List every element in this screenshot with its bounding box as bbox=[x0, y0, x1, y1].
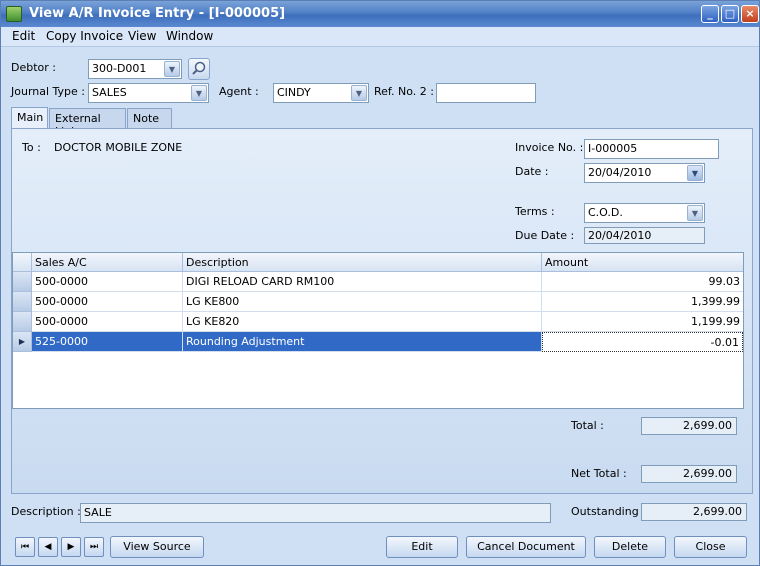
cancel-document-button[interactable]: Cancel Document bbox=[466, 536, 586, 558]
tab-external-links[interactable]: External Links bbox=[49, 108, 126, 138]
to-value: DOCTOR MOBILE ZONE bbox=[54, 141, 183, 154]
cell-description[interactable]: Rounding Adjustment bbox=[183, 332, 542, 352]
menu-copy-invoice[interactable]: Copy Invoice bbox=[46, 29, 123, 43]
date-combo[interactable]: 20/04/2010 ▼ bbox=[584, 163, 705, 183]
debtor-value: 300-D001 bbox=[92, 62, 147, 75]
date-label: Date : bbox=[515, 165, 549, 178]
terms-combo[interactable]: C.O.D. ▼ bbox=[584, 203, 705, 223]
chevron-down-icon[interactable]: ▼ bbox=[191, 85, 207, 101]
cell-sales-ac[interactable]: 500-0000 bbox=[32, 292, 183, 312]
app-icon bbox=[6, 6, 22, 22]
menu-window[interactable]: Window bbox=[166, 29, 213, 43]
col-amount[interactable]: Amount bbox=[542, 253, 743, 272]
ref-no2-field[interactable] bbox=[436, 83, 536, 103]
invoice-detail-grid: Sales A/C Description Amount 500-0000 DI… bbox=[12, 252, 744, 409]
cell-sales-ac[interactable]: 500-0000 bbox=[32, 272, 183, 292]
grid-header: Sales A/C Description Amount bbox=[13, 253, 743, 272]
row-selector[interactable] bbox=[13, 272, 32, 292]
debtor-label: Debtor : bbox=[11, 61, 56, 74]
delete-button[interactable]: Delete bbox=[594, 536, 666, 558]
debtor-combo[interactable]: 300-D001 ▼ bbox=[88, 59, 182, 79]
terms-label: Terms : bbox=[515, 205, 555, 218]
cell-amount[interactable]: 1,399.99 bbox=[542, 292, 743, 312]
first-record-icon[interactable]: ⏮ bbox=[15, 537, 35, 557]
next-record-icon[interactable]: ▶ bbox=[61, 537, 81, 557]
chevron-down-icon[interactable]: ▼ bbox=[687, 165, 703, 181]
close-button[interactable]: Close bbox=[674, 536, 747, 558]
row-selector[interactable] bbox=[13, 292, 32, 312]
description-field[interactable]: SALE bbox=[80, 503, 551, 523]
tab-note[interactable]: Note bbox=[127, 108, 172, 129]
agent-label: Agent : bbox=[219, 85, 259, 98]
cell-description[interactable]: LG KE800 bbox=[183, 292, 542, 312]
magnifier-icon bbox=[192, 61, 206, 75]
net-total-label: Net Total : bbox=[571, 467, 627, 480]
menu-edit[interactable]: Edit bbox=[12, 29, 35, 43]
net-total-value: 2,699.00 bbox=[641, 465, 737, 483]
tab-main[interactable]: Main bbox=[11, 107, 48, 129]
total-label: Total : bbox=[571, 419, 604, 432]
title-bar[interactable]: View A/R Invoice Entry - [I-000005] _ □ … bbox=[1, 1, 759, 27]
menu-view[interactable]: View bbox=[128, 29, 156, 43]
to-label: To : bbox=[22, 141, 41, 154]
cell-description[interactable]: LG KE820 bbox=[183, 312, 542, 332]
cell-description[interactable]: DIGI RELOAD CARD RM100 bbox=[183, 272, 542, 292]
outstanding-value: 2,699.00 bbox=[641, 503, 747, 521]
description-label: Description : bbox=[11, 505, 81, 518]
debtor-lookup-button[interactable] bbox=[188, 58, 210, 80]
cell-sales-ac[interactable]: 500-0000 bbox=[32, 312, 183, 332]
cell-amount[interactable]: 1,199.99 bbox=[542, 312, 743, 332]
journal-type-label: Journal Type : bbox=[11, 85, 86, 98]
outstanding-label: Outstanding : bbox=[571, 505, 646, 518]
invoice-no-label: Invoice No. : bbox=[515, 141, 584, 154]
col-sales-ac[interactable]: Sales A/C bbox=[32, 253, 183, 272]
agent-value: CINDY bbox=[277, 86, 311, 99]
cell-amount[interactable]: 99.03 bbox=[542, 272, 743, 292]
due-date-label: Due Date : bbox=[515, 229, 575, 242]
edit-button[interactable]: Edit bbox=[386, 536, 458, 558]
terms-value: C.O.D. bbox=[588, 206, 623, 219]
minimize-button[interactable]: _ bbox=[701, 5, 719, 23]
row-pointer-icon[interactable]: ▶ bbox=[13, 332, 32, 352]
view-source-button[interactable]: View Source bbox=[110, 536, 204, 558]
invoice-no-field[interactable]: I-000005 bbox=[584, 139, 719, 159]
cell-amount[interactable]: -0.01 bbox=[542, 332, 743, 352]
grid-corner bbox=[13, 253, 32, 272]
cell-sales-ac[interactable]: 525-0000 bbox=[32, 332, 183, 352]
close-window-button[interactable]: × bbox=[741, 5, 759, 23]
journal-type-value: SALES bbox=[92, 86, 127, 99]
row-selector[interactable] bbox=[13, 312, 32, 332]
invoice-window: View A/R Invoice Entry - [I-000005] _ □ … bbox=[0, 0, 760, 566]
journal-type-combo[interactable]: SALES ▼ bbox=[88, 83, 209, 103]
previous-record-icon[interactable]: ◀ bbox=[38, 537, 58, 557]
date-value: 20/04/2010 bbox=[588, 166, 652, 179]
due-date-field: 20/04/2010 bbox=[584, 227, 705, 244]
ref-no2-label: Ref. No. 2 : bbox=[374, 85, 434, 98]
chevron-down-icon[interactable]: ▼ bbox=[351, 85, 367, 101]
chevron-down-icon[interactable]: ▼ bbox=[164, 61, 180, 77]
maximize-button[interactable]: □ bbox=[721, 5, 739, 23]
last-record-icon[interactable]: ⏭ bbox=[84, 537, 104, 557]
chevron-down-icon[interactable]: ▼ bbox=[687, 205, 703, 221]
total-value: 2,699.00 bbox=[641, 417, 737, 435]
window-title: View A/R Invoice Entry - [I-000005] bbox=[29, 6, 286, 21]
menu-bar: Edit Copy Invoice View Window bbox=[1, 27, 759, 47]
agent-combo[interactable]: CINDY ▼ bbox=[273, 83, 369, 103]
col-description[interactable]: Description bbox=[183, 253, 542, 272]
